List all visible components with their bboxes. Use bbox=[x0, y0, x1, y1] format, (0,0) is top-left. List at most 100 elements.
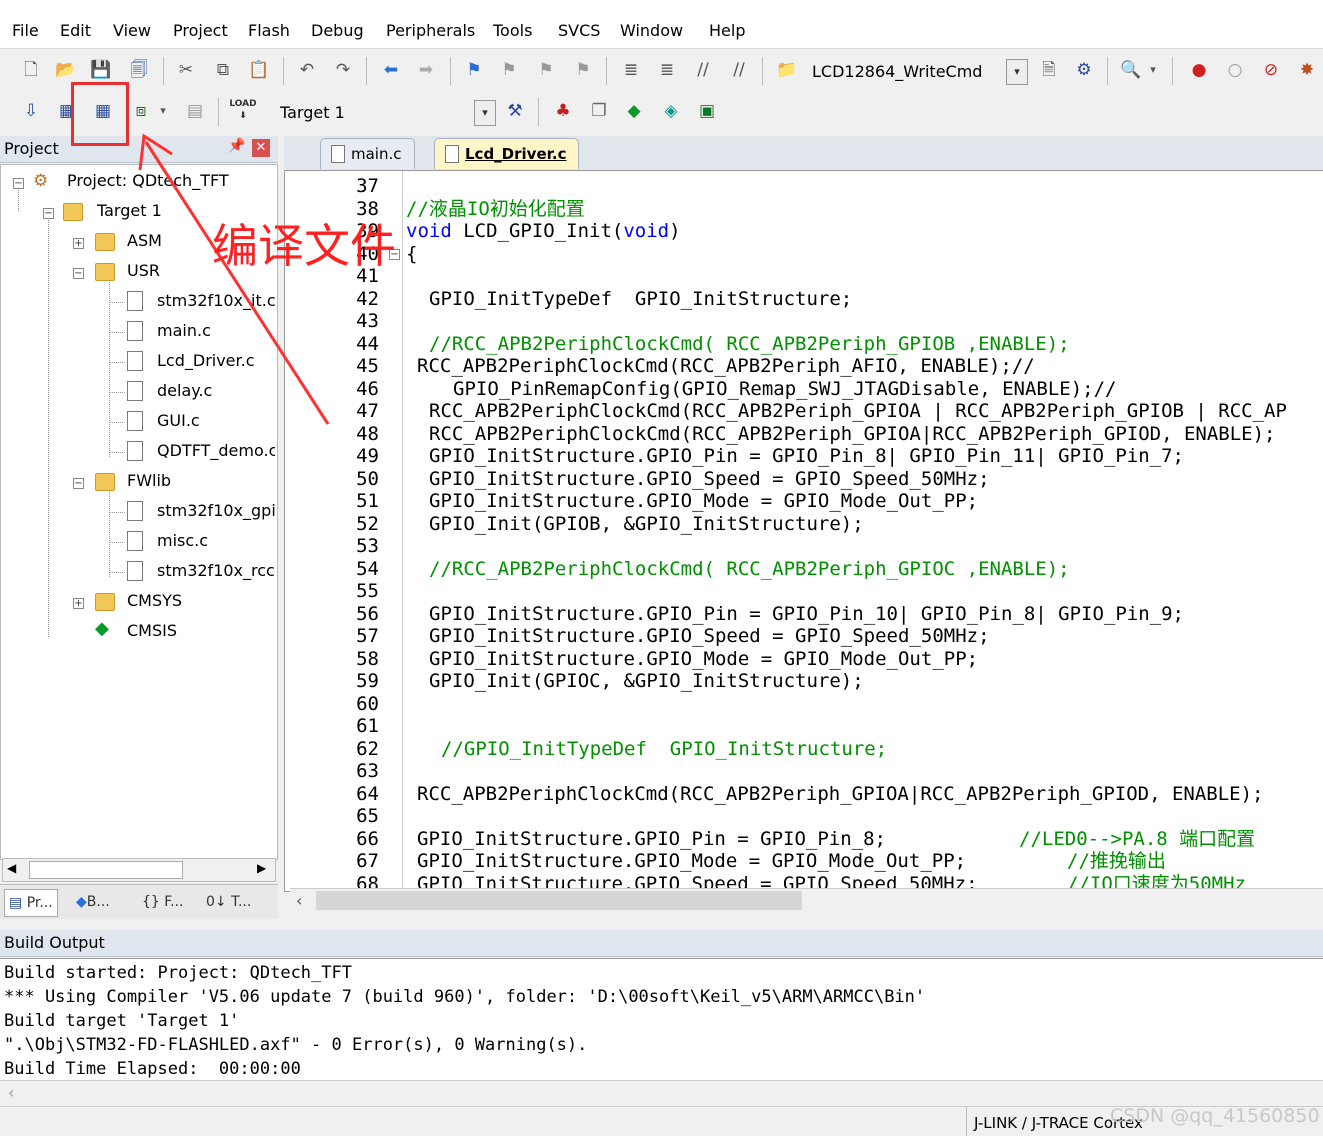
copy-icon[interactable]: ⧉ bbox=[212, 59, 234, 81]
clear-bookmarks-icon[interactable]: ⚑ bbox=[572, 59, 594, 81]
chevron-down-icon[interactable]: ▾ bbox=[156, 100, 170, 122]
chevron-down-icon[interactable]: ▾ bbox=[1146, 59, 1160, 81]
save-icon[interactable]: 💾 bbox=[90, 59, 112, 81]
prev-bookmark-icon[interactable]: ⚑ bbox=[498, 59, 520, 81]
batch-build-icon[interactable]: ⧈ bbox=[130, 100, 152, 122]
tab-lcd-driver-c[interactable]: Lcd_Driver.c bbox=[434, 138, 580, 169]
undo-icon[interactable]: ↶ bbox=[296, 59, 318, 81]
collapse-toggle[interactable]: − bbox=[13, 178, 24, 189]
tab-functions[interactable]: {} F... bbox=[138, 889, 187, 915]
indent-icon[interactable]: ≣ bbox=[620, 59, 642, 81]
close-icon[interactable]: ✕ bbox=[252, 139, 270, 157]
collapse-toggle[interactable]: − bbox=[73, 478, 84, 489]
collapse-toggle[interactable]: − bbox=[73, 268, 84, 279]
tab-templates[interactable]: 0↓ T... bbox=[202, 889, 255, 915]
collapse-toggle[interactable]: − bbox=[43, 208, 54, 219]
uncomment-icon[interactable]: // bbox=[728, 59, 750, 81]
stop-build-icon[interactable]: ▤ bbox=[184, 100, 206, 122]
menu-project[interactable]: Project bbox=[173, 21, 228, 40]
find-icon[interactable]: 🗎 bbox=[1038, 59, 1060, 81]
tree-file-stm32f10x-rcc[interactable]: stm32f10x_rcc. bbox=[157, 561, 275, 580]
open-file-icon[interactable]: 📂 bbox=[55, 59, 77, 81]
build-output-log[interactable]: Build started: Project: QDtech_TFT *** U… bbox=[0, 958, 1323, 1081]
menu-window[interactable]: Window bbox=[620, 21, 683, 40]
c-file-icon bbox=[127, 291, 143, 311]
tab-main-c[interactable]: main.c bbox=[320, 138, 415, 169]
tab-project[interactable]: ▤ Pr... bbox=[4, 889, 58, 917]
save-all-icon[interactable]: 🗐 bbox=[128, 59, 150, 81]
manage-project-items-icon[interactable]: ❐ bbox=[588, 100, 610, 122]
tree-group-usr[interactable]: USR bbox=[127, 261, 160, 280]
tree-file-gui[interactable]: GUI.c bbox=[157, 411, 200, 430]
options-for-target-icon[interactable]: ⚒ bbox=[504, 100, 526, 122]
project-horizontal-scrollbar[interactable]: ◀ ▶ bbox=[2, 858, 276, 882]
tab-books[interactable]: ◆B... bbox=[72, 889, 114, 915]
code-editor[interactable]: 37 38 39 40 41 42 43 44 45 46 47 48 49 50 51 52 53 54 55 56… bbox=[284, 170, 1323, 892]
tree-group-fwlib[interactable]: FWlib bbox=[127, 471, 171, 490]
editor-horizontal-scrollbar[interactable]: ‹ bbox=[290, 888, 1323, 913]
scroll-left-icon[interactable]: ‹ bbox=[296, 891, 302, 910]
menu-view[interactable]: View bbox=[113, 21, 151, 40]
tree-connector bbox=[109, 512, 125, 513]
menu-flash[interactable]: Flash bbox=[248, 21, 290, 40]
tree-item-target[interactable]: Target 1 bbox=[97, 201, 162, 220]
disable-breakpoints-icon[interactable]: ⊘ bbox=[1260, 59, 1282, 81]
pack-installer-icon[interactable]: ▣ bbox=[696, 100, 718, 122]
scroll-left-icon[interactable]: ◀ bbox=[7, 861, 16, 875]
chevron-down-icon[interactable]: ▾ bbox=[474, 100, 496, 126]
debug-session-icon[interactable]: 🔍 bbox=[1120, 59, 1142, 81]
insert-breakpoint-icon[interactable]: ● bbox=[1188, 59, 1210, 81]
expand-toggle[interactable]: + bbox=[73, 598, 84, 609]
kill-breakpoints-icon[interactable]: ✸ bbox=[1296, 59, 1318, 81]
build-output-scrollbar[interactable]: ‹ bbox=[0, 1080, 1323, 1105]
expand-toggle[interactable]: + bbox=[73, 238, 84, 249]
file-extensions-icon[interactable]: ♣ bbox=[552, 100, 574, 122]
tree-file-stm32f10x-gpio[interactable]: stm32f10x_gpi bbox=[157, 501, 275, 520]
menu-file[interactable]: File bbox=[12, 21, 39, 40]
paste-icon[interactable]: 📋 bbox=[248, 59, 270, 81]
toolbar-separator bbox=[450, 57, 451, 85]
function-combo[interactable]: LCD12864_WriteCmd ▾ bbox=[806, 59, 1028, 85]
manage-rte-icon[interactable]: ◈ bbox=[660, 100, 682, 122]
scroll-thumb[interactable] bbox=[29, 861, 183, 879]
download-icon[interactable]: LOAD ⬇ bbox=[228, 98, 258, 121]
line-number: 53 bbox=[356, 535, 379, 557]
chevron-down-icon[interactable]: ▾ bbox=[1006, 59, 1028, 85]
find-in-files-icon[interactable]: 📁 bbox=[776, 59, 798, 81]
menu-svcs[interactable]: SVCS bbox=[558, 21, 600, 40]
enable-breakpoint-icon[interactable]: ○ bbox=[1224, 59, 1246, 81]
select-packs-icon[interactable]: ◆ bbox=[623, 100, 645, 122]
scroll-left-icon[interactable]: ‹ bbox=[8, 1083, 14, 1102]
tree-file-main[interactable]: main.c bbox=[157, 321, 211, 340]
source-browser-icon[interactable]: ⚙ bbox=[1073, 59, 1095, 81]
scroll-thumb[interactable] bbox=[316, 891, 802, 910]
scroll-right-icon[interactable]: ▶ bbox=[257, 861, 266, 875]
tree-file-stm32f10x-it[interactable]: stm32f10x_it.c bbox=[157, 291, 276, 310]
comment-icon[interactable]: // bbox=[692, 59, 714, 81]
menu-debug[interactable]: Debug bbox=[311, 21, 364, 40]
menu-peripherals[interactable]: Peripherals bbox=[386, 21, 475, 40]
cut-icon[interactable]: ✂ bbox=[175, 59, 197, 81]
tree-file-delay[interactable]: delay.c bbox=[157, 381, 212, 400]
redo-icon[interactable]: ↷ bbox=[332, 59, 354, 81]
menu-help[interactable]: Help bbox=[709, 21, 745, 40]
tree-file-lcd-driver[interactable]: Lcd_Driver.c bbox=[157, 351, 255, 370]
translate-icon[interactable]: ⇩ bbox=[20, 100, 42, 122]
unindent-icon[interactable]: ≣ bbox=[656, 59, 678, 81]
next-bookmark-icon[interactable]: ⚑ bbox=[535, 59, 557, 81]
tree-group-cmsys[interactable]: CMSYS bbox=[127, 591, 182, 610]
tree-item-project[interactable]: Project: QDtech_TFT bbox=[67, 171, 229, 190]
navigate-forward-icon[interactable]: ➡ bbox=[415, 59, 437, 81]
line-number: 67 bbox=[356, 850, 379, 872]
tree-group-asm[interactable]: ASM bbox=[127, 231, 162, 250]
pin-icon[interactable]: 📌 bbox=[228, 138, 245, 154]
tree-group-cmsis[interactable]: CMSIS bbox=[127, 621, 177, 640]
navigate-back-icon[interactable]: ⬅ bbox=[380, 59, 402, 81]
tree-file-qdtft-demo[interactable]: QDTFT_demo.c bbox=[157, 441, 275, 460]
menu-edit[interactable]: Edit bbox=[60, 21, 91, 40]
tree-file-misc[interactable]: misc.c bbox=[157, 531, 208, 550]
new-file-icon[interactable]: 🗋 bbox=[20, 59, 42, 81]
menu-tools[interactable]: Tools bbox=[493, 21, 532, 40]
bookmark-icon[interactable]: ⚑ bbox=[463, 59, 485, 81]
target-combo[interactable]: Target 1 ▾ bbox=[274, 100, 496, 126]
